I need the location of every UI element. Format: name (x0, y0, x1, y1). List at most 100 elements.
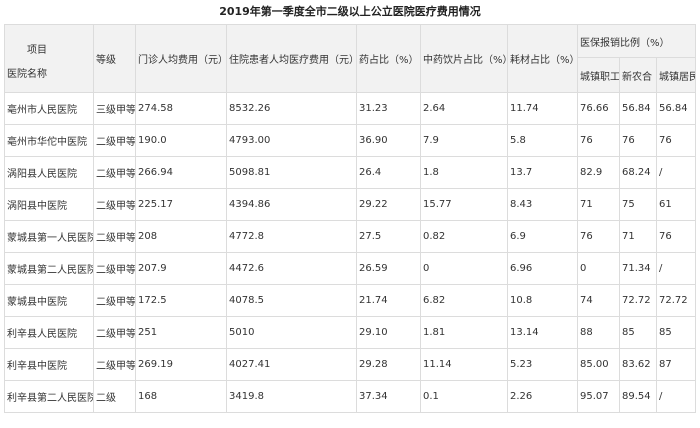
table-row: 蒙城县第一人民医院 二级甲等 208 4772.8 27.5 0.82 6.9 76 71 76 (4, 220, 697, 253)
ncms-cell: 72.72 (619, 284, 657, 317)
header-level: 等级 (93, 24, 136, 93)
hospital-name-cell: 涡阳县人民医院 (4, 156, 94, 189)
tcm-ratio-cell: 11.14 (420, 348, 508, 381)
table-row: 亳州市华佗中医院 二级甲等 190.0 4793.00 36.90 7.9 5.8 76 76 7… (4, 124, 697, 157)
drug-ratio-cell: 36.90 (356, 124, 421, 157)
header-urban-worker: 城镇职工 (577, 57, 620, 93)
tcm-ratio-cell: 0.82 (420, 220, 508, 253)
hospital-name-cell: 涡阳县中医院 (4, 188, 94, 221)
consumable-ratio-cell: 10.8 (507, 284, 578, 317)
outpatient-cost-cell: 190.0 (135, 124, 227, 157)
drug-ratio-cell: 29.10 (356, 316, 421, 349)
drug-ratio-cell: 37.34 (356, 380, 421, 413)
header-drug-ratio: 药占比（%） (356, 24, 421, 93)
consumable-ratio-cell: 6.9 (507, 220, 578, 253)
tcm-ratio-cell: 1.8 (420, 156, 508, 189)
header-hospital-name-label: 医院名称 (7, 69, 47, 80)
table-row: 利辛县第二人民医院 二级 168 3419.8 37.34 0.1 2.26 95.07 89.… (4, 380, 697, 413)
header-outpatient-cost: 门诊人均费用（元） (135, 24, 227, 93)
consumable-ratio-cell: 5.8 (507, 124, 578, 157)
tcm-ratio-cell: 2.64 (420, 92, 508, 125)
urban-worker-cell: 82.9 (577, 156, 620, 189)
inpatient-cost-cell: 4394.86 (226, 188, 357, 221)
urban-worker-cell: 74 (577, 284, 620, 317)
hospital-cost-table: 项目 医院名称 等级 门诊人均费用（元） 住院患者人均医疗费用（元） 药占比（%… (4, 24, 697, 413)
ncms-cell: 56.84 (619, 92, 657, 125)
level-cell: 二级甲等 (93, 348, 136, 381)
consumable-ratio-cell: 13.7 (507, 156, 578, 189)
urban-worker-cell: 95.07 (577, 380, 620, 413)
hospital-name-cell: 蒙城县第二人民医院 (4, 252, 94, 285)
table-row: 涡阳县中医院 二级甲等 225.17 4394.86 29.22 15.77 8.43 71 7… (4, 188, 697, 221)
consumable-ratio-cell: 13.14 (507, 316, 578, 349)
tcm-ratio-cell: 0.1 (420, 380, 508, 413)
ncms-cell: 76 (619, 124, 657, 157)
inpatient-cost-cell: 3419.8 (226, 380, 357, 413)
ncms-cell: 75 (619, 188, 657, 221)
outpatient-cost-cell: 251 (135, 316, 227, 349)
table-row: 亳州市人民医院 三级甲等 274.58 8532.26 31.23 2.64 11.74 76… (4, 92, 697, 125)
urban-resident-cell: 76 (655, 220, 697, 253)
tcm-ratio-cell: 7.9 (420, 124, 508, 157)
hospital-name-cell: 蒙城县中医院 (4, 284, 94, 317)
tcm-ratio-cell: 6.82 (420, 284, 508, 317)
ncms-cell: 89.54 (619, 380, 657, 413)
level-cell: 二级甲等 (93, 188, 136, 221)
drug-ratio-cell: 26.59 (356, 252, 421, 285)
urban-resident-cell: 61 (655, 188, 697, 221)
outpatient-cost-cell: 269.19 (135, 348, 227, 381)
inpatient-cost-cell: 4078.5 (226, 284, 357, 317)
inpatient-cost-cell: 5010 (226, 316, 357, 349)
urban-resident-cell: 85 (655, 316, 697, 349)
outpatient-cost-cell: 172.5 (135, 284, 227, 317)
header-consumable-ratio: 耗材占比（%） (507, 24, 578, 93)
hospital-name-cell: 利辛县中医院 (4, 348, 94, 381)
header-insurance-ratio: 医保报销比例（%） (576, 24, 697, 58)
hospital-name-cell: 亳州市华佗中医院 (4, 124, 94, 157)
urban-worker-cell: 0 (577, 252, 620, 285)
ncms-cell: 68.24 (619, 156, 657, 189)
level-cell: 二级甲等 (93, 156, 136, 189)
outpatient-cost-cell: 274.58 (135, 92, 227, 125)
urban-worker-cell: 76.66 (577, 92, 620, 125)
hospital-name-cell: 亳州市人民医院 (4, 92, 94, 125)
urban-worker-cell: 85.00 (577, 348, 620, 381)
hospital-name-cell: 利辛县人民医院 (4, 316, 94, 349)
header-tcm-ratio: 中药饮片占比（%） (420, 24, 508, 93)
inpatient-cost-cell: 4772.8 (226, 220, 357, 253)
outpatient-cost-cell: 266.94 (135, 156, 227, 189)
level-cell: 二级甲等 (93, 252, 136, 285)
drug-ratio-cell: 21.74 (356, 284, 421, 317)
table-row: 蒙城县第二人民医院 二级甲等 207.9 4472.6 26.59 0 6.96 0 71.34… (4, 252, 697, 285)
urban-worker-cell: 76 (577, 124, 620, 157)
urban-worker-cell: 76 (577, 220, 620, 253)
drug-ratio-cell: 27.5 (356, 220, 421, 253)
consumable-ratio-cell: 8.43 (507, 188, 578, 221)
outpatient-cost-cell: 225.17 (135, 188, 227, 221)
urban-worker-cell: 71 (577, 188, 620, 221)
table-row: 涡阳县人民医院 二级甲等 266.94 5098.81 26.4 1.8 13.7 82.9 6… (4, 156, 697, 189)
inpatient-cost-cell: 5098.81 (226, 156, 357, 189)
level-cell: 二级甲等 (93, 284, 136, 317)
level-cell: 三级甲等 (93, 92, 136, 125)
urban-resident-cell: 72.72 (655, 284, 697, 317)
level-cell: 二级甲等 (93, 316, 136, 349)
level-cell: 二级甲等 (93, 124, 136, 157)
inpatient-cost-cell: 4027.41 (226, 348, 357, 381)
header-inpatient-cost: 住院患者人均医疗费用（元） (226, 24, 357, 93)
outpatient-cost-cell: 168 (135, 380, 227, 413)
drug-ratio-cell: 26.4 (356, 156, 421, 189)
ncms-cell: 71.34 (619, 252, 657, 285)
drug-ratio-cell: 29.28 (356, 348, 421, 381)
urban-resident-cell: / (655, 156, 697, 189)
consumable-ratio-cell: 2.26 (507, 380, 578, 413)
level-cell: 二级 (93, 380, 136, 413)
outpatient-cost-cell: 207.9 (135, 252, 227, 285)
ncms-cell: 71 (619, 220, 657, 253)
level-cell: 二级甲等 (93, 220, 136, 253)
inpatient-cost-cell: 4793.00 (226, 124, 357, 157)
drug-ratio-cell: 31.23 (356, 92, 421, 125)
urban-worker-cell: 88 (577, 316, 620, 349)
header-corner-cell: 项目 医院名称 (4, 24, 94, 93)
urban-resident-cell: 56.84 (655, 92, 697, 125)
